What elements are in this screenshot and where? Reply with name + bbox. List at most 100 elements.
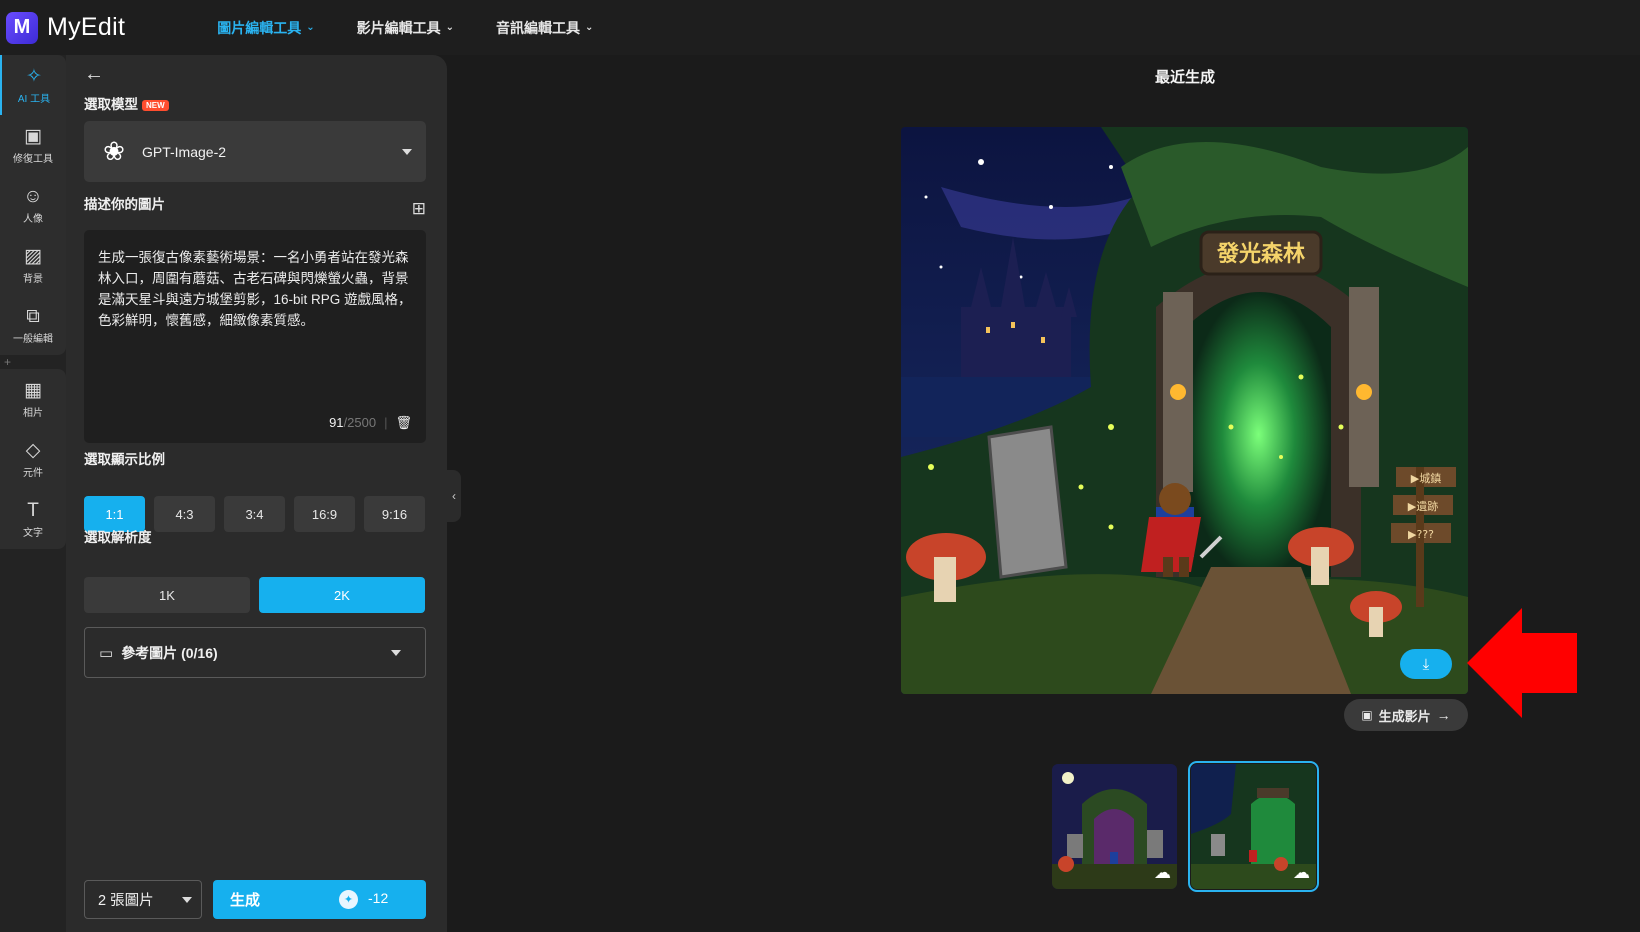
chevron-down-icon: ⌄ [585, 22, 594, 33]
rail-item-photos[interactable]: ▦ 相片 [0, 369, 66, 429]
resolution-options: 1K 2K [84, 577, 434, 613]
image-upload-icon[interactable]: ⊞ [412, 199, 426, 219]
shapes-icon: ◇ [25, 439, 41, 461]
portrait-icon: ☺ [23, 185, 43, 207]
collapse-panel-toggle[interactable]: ‹ [447, 470, 461, 522]
resolution-title: 選取解析度 [84, 530, 152, 545]
nav-image-tools[interactable]: 圖片編輯工具 ⌄ [217, 18, 314, 38]
back-arrow-icon[interactable]: ← [84, 63, 104, 86]
nav-label: 圖片編輯工具 [217, 19, 302, 36]
crop-icon: ⧉ [26, 305, 40, 327]
reference-label: 參考圖片 (0/16) [121, 644, 218, 661]
ratio-9-16-button[interactable]: 9:16 [364, 496, 425, 532]
rail-item-label: AI 工具 [17, 93, 51, 105]
nav-audio-tools[interactable]: 音訊編輯工具 ⌄ [496, 18, 593, 38]
nav-label: 音訊編輯工具 [496, 19, 580, 36]
resolution-2k-button[interactable]: 2K [259, 577, 425, 613]
char-max: /2500 [343, 415, 377, 430]
top-nav: 圖片編輯工具 ⌄ 影片編輯工具 ⌄ 音訊編輯工具 ⌄ [217, 18, 635, 38]
rail-item-elements[interactable]: ◇ 元件 [0, 429, 66, 489]
resolution-1k-button[interactable]: 1K [84, 577, 250, 613]
generate-label: 生成 [230, 892, 261, 909]
rail-item-label: 修復工具 [13, 153, 53, 165]
caret-down-icon [391, 649, 401, 656]
arrow-right-icon: → [1436, 707, 1451, 723]
image-count-select[interactable]: 2 張圖片 [84, 880, 202, 919]
recent-generations-title: 最近生成 [1154, 69, 1215, 86]
trash-icon[interactable]: 🗑 [395, 412, 412, 433]
signpost-label: ▶??? [1408, 528, 1434, 541]
ratio-title: 選取顯示比例 [84, 452, 165, 467]
generate-video-label: 生成影片 [1378, 708, 1431, 724]
prompt-textarea[interactable]: 生成一張復古像素藝術場景：一名小勇者站在發光森林入口，周圍有蘑菇、古老石碑與閃爍… [84, 230, 426, 443]
ratio-4-3-button[interactable]: 4:3 [154, 496, 215, 532]
video-icon: ▣ [1361, 708, 1373, 722]
app-name: MyEdit [47, 13, 126, 41]
describe-title: 描述你的圖片 [84, 197, 165, 212]
char-counter: 91/2500 | 🗑 [329, 412, 412, 433]
caret-down-icon [182, 896, 192, 903]
tool-rail: ✧ AI 工具 ▣ 修復工具 ☺ 人像 ▨ 背景 ⧉ 一般編輯 + ▦ 相片 ◇… [0, 55, 66, 932]
signpost-label: ▶城鎮 [1411, 471, 1441, 485]
ratio-3-4-button[interactable]: 3:4 [224, 496, 285, 532]
generated-image-preview[interactable]: 發光森林 ▶城鎮 ▶遺跡 ▶??? [901, 127, 1468, 694]
logo[interactable]: M MyEdit [6, 11, 126, 44]
rail-group-assets: ▦ 相片 ◇ 元件 T 文字 [0, 369, 66, 549]
rail-item-label: 背景 [23, 273, 43, 285]
rail-item-text[interactable]: T 文字 [0, 489, 66, 549]
thumbnail-1[interactable]: ☁ [1052, 764, 1177, 889]
rail-item-general-edit[interactable]: ⧉ 一般編輯 [0, 295, 66, 355]
rail-item-label: 一般編輯 [13, 333, 53, 345]
openai-logo-icon: ❀ [103, 136, 125, 166]
pixel-forest-scene: 發光森林 ▶城鎮 ▶遺跡 ▶??? [901, 127, 1468, 694]
scene-sign-text: 發光森林 [1216, 241, 1305, 267]
top-bar: M MyEdit 圖片編輯工具 ⌄ 影片編輯工具 ⌄ 音訊編輯工具 ⌄ [0, 0, 1640, 55]
image-enhance-icon: ▣ [24, 125, 42, 147]
credit-icon: ✦ [339, 890, 358, 909]
rail-item-label: 人像 [23, 213, 43, 225]
generate-video-button[interactable]: ▣ 生成影片 → [1344, 699, 1468, 731]
model-select[interactable]: ❀ GPT-Image-2 [84, 121, 426, 182]
settings-panel: ← 選取模型 NEW ❀ GPT-Image-2 描述你的圖片 ⊞ 生成一張復古像… [66, 55, 447, 932]
cloud-saved-icon: ☁ [1154, 863, 1171, 882]
rail-item-label: 元件 [23, 467, 43, 479]
generate-button[interactable]: 生成 ✦ -12 [213, 880, 426, 919]
rail-item-ai-tools[interactable]: ✧ AI 工具 [0, 55, 66, 115]
thumbnail-2[interactable]: ☁ [1188, 761, 1319, 892]
rail-item-label: 文字 [23, 527, 43, 539]
new-badge: NEW [142, 99, 169, 111]
image-count-value: 2 張圖片 [98, 893, 154, 909]
text-icon: T [27, 499, 39, 521]
nav-label: 影片編輯工具 [356, 19, 441, 36]
red-arrow-annotation [1467, 608, 1577, 718]
reference-image-select[interactable]: ▭ 參考圖片 (0/16) [84, 627, 426, 678]
background-icon: ▨ [24, 245, 42, 267]
download-icon: ⤓ [1422, 655, 1430, 673]
prompt-text: 生成一張復古像素藝術場景：一名小勇者站在發光森林入口，周圍有蘑菇、古老石碑與閃爍… [98, 250, 412, 328]
chevron-down-icon: ⌄ [306, 22, 315, 33]
model-value: GPT-Image-2 [142, 143, 227, 160]
rail-item-portrait[interactable]: ☺ 人像 [0, 175, 66, 235]
ratio-16-9-button[interactable]: 16:9 [294, 496, 355, 532]
chevron-down-icon: ⌄ [445, 22, 454, 33]
rail-item-background[interactable]: ▨ 背景 [0, 235, 66, 295]
caret-down-icon [402, 148, 412, 155]
nav-video-tools[interactable]: 影片編輯工具 ⌄ [357, 18, 454, 38]
signpost-label: ▶遺跡 [1408, 499, 1438, 513]
rail-item-label: 相片 [23, 407, 43, 419]
plus-icon[interactable]: + [0, 355, 66, 369]
model-title: 選取模型 [84, 97, 138, 112]
counter-divider: | [384, 415, 388, 430]
logo-icon: M [6, 11, 38, 44]
char-count: 91 [329, 415, 344, 430]
rail-group-main: ✧ AI 工具 ▣ 修復工具 ☺ 人像 ▨ 背景 ⧉ 一般編輯 [0, 55, 66, 355]
download-button[interactable]: ⤓ [1400, 649, 1452, 679]
magic-wand-icon: ✧ [26, 65, 42, 87]
photo-icon: ▦ [24, 379, 42, 401]
credit-cost: -12 [368, 890, 389, 906]
rail-item-repair-tools[interactable]: ▣ 修復工具 [0, 115, 66, 175]
chevron-left-icon: ‹ [452, 489, 456, 503]
model-section-title: 選取模型 NEW [84, 93, 169, 113]
images-icon: ▭ [99, 644, 114, 662]
cloud-saved-icon: ☁ [1293, 863, 1310, 882]
